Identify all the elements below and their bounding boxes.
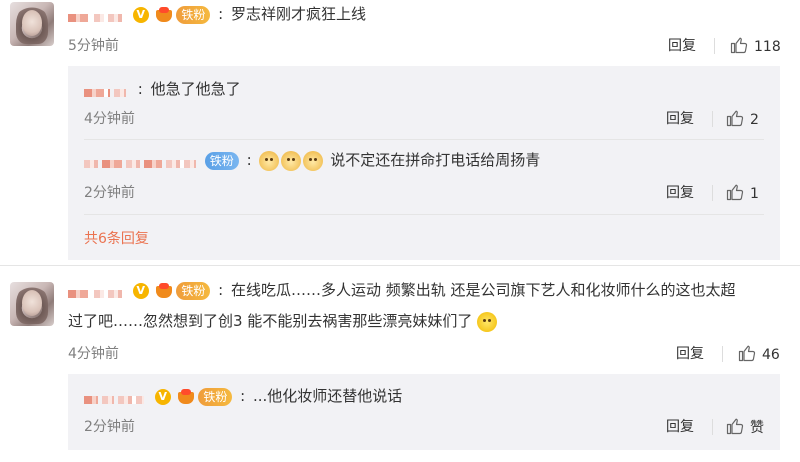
- fan-badge[interactable]: 铁粉: [176, 281, 211, 300]
- reply-text: 他急了他急了: [150, 80, 241, 98]
- doge-emoji-icon: [259, 150, 280, 171]
- like-button[interactable]: 2: [726, 109, 759, 129]
- crown-icon: [177, 388, 194, 405]
- thinking-emoji-icon: [477, 311, 498, 332]
- reply-line: V 铁粉 : ...他化妆师还替他说话: [84, 386, 402, 406]
- comment-text: 过了吧……忽然想到了创3 能不能别去祸害那些漂亮妹妹们了: [68, 312, 473, 330]
- reply-line: : 他急了他急了: [84, 79, 241, 99]
- divider: [714, 38, 715, 54]
- username[interactable]: [68, 8, 126, 22]
- like-count: 46: [762, 347, 780, 363]
- fan-badge[interactable]: 铁粉: [198, 387, 233, 406]
- more-replies-link[interactable]: 共6条回复: [84, 230, 149, 248]
- like-button[interactable]: 118: [730, 36, 781, 56]
- vip-v-icon: V: [154, 388, 171, 405]
- avatar[interactable]: [10, 2, 54, 46]
- username[interactable]: [84, 83, 130, 97]
- reply-text: 说不定还在拼命打电话给周扬青: [330, 151, 541, 169]
- reply-button[interactable]: 回复: [676, 345, 704, 363]
- like-button[interactable]: 赞: [726, 417, 764, 437]
- thumb-up-icon: [738, 345, 756, 362]
- reply-text: ...他化妆师还替他说话: [252, 387, 403, 405]
- thumb-up-icon: [726, 418, 744, 435]
- comment-line: V 铁粉 : 罗志祥刚才疯狂上线: [68, 4, 366, 24]
- divider: [84, 214, 764, 215]
- reply-button[interactable]: 回复: [666, 418, 694, 436]
- reply-button[interactable]: 回复: [666, 184, 694, 202]
- divider: [712, 111, 713, 127]
- comment-line: V 铁粉 : 在线吃瓜……多人运动 频繁出轨 还是公司旗下艺人和化妆师什么的这也…: [68, 280, 736, 300]
- thumb-up-icon: [726, 184, 744, 201]
- thumb-up-icon: [726, 110, 744, 127]
- reply-button[interactable]: 回复: [666, 110, 694, 128]
- reply-line: 铁粉 : 说不定还在拼命打电话给周扬青: [84, 150, 540, 171]
- like-count: 1: [750, 186, 759, 202]
- username[interactable]: [84, 154, 200, 168]
- comment-text: 在线吃瓜……多人运动 频繁出轨 还是公司旗下艺人和化妆师什么的这也太超: [230, 281, 736, 299]
- comment-line: 过了吧……忽然想到了创3 能不能别去祸害那些漂亮妹妹们了: [68, 311, 499, 332]
- divider: [84, 139, 764, 140]
- username[interactable]: [68, 284, 126, 298]
- like-count: 赞: [750, 420, 764, 436]
- avatar[interactable]: [10, 282, 54, 326]
- vip-v-icon: V: [132, 282, 149, 299]
- doge-emoji-icon: [281, 150, 302, 171]
- comment-time: 5分钟前: [68, 38, 119, 54]
- thumb-up-icon: [730, 37, 748, 54]
- reply-time: 4分钟前: [84, 111, 135, 127]
- reply-button[interactable]: 回复: [668, 37, 696, 55]
- comment-time: 4分钟前: [68, 346, 119, 362]
- username[interactable]: [84, 390, 148, 404]
- like-button[interactable]: 46: [738, 344, 780, 364]
- like-count: 2: [750, 112, 759, 128]
- fan-badge[interactable]: 铁粉: [204, 151, 239, 170]
- crown-icon: [155, 6, 172, 23]
- divider: [712, 419, 713, 435]
- like-button[interactable]: 1: [726, 183, 759, 203]
- vip-v-icon: V: [132, 6, 149, 23]
- divider: [722, 346, 723, 362]
- comment-text: 罗志祥刚才疯狂上线: [230, 5, 366, 23]
- reply-time: 2分钟前: [84, 419, 135, 435]
- fan-badge[interactable]: 铁粉: [176, 5, 211, 24]
- divider: [712, 185, 713, 201]
- crown-icon: [155, 282, 172, 299]
- reply-time: 2分钟前: [84, 185, 135, 201]
- doge-emoji-icon: [303, 150, 324, 171]
- divider: [0, 265, 800, 266]
- like-count: 118: [754, 39, 781, 55]
